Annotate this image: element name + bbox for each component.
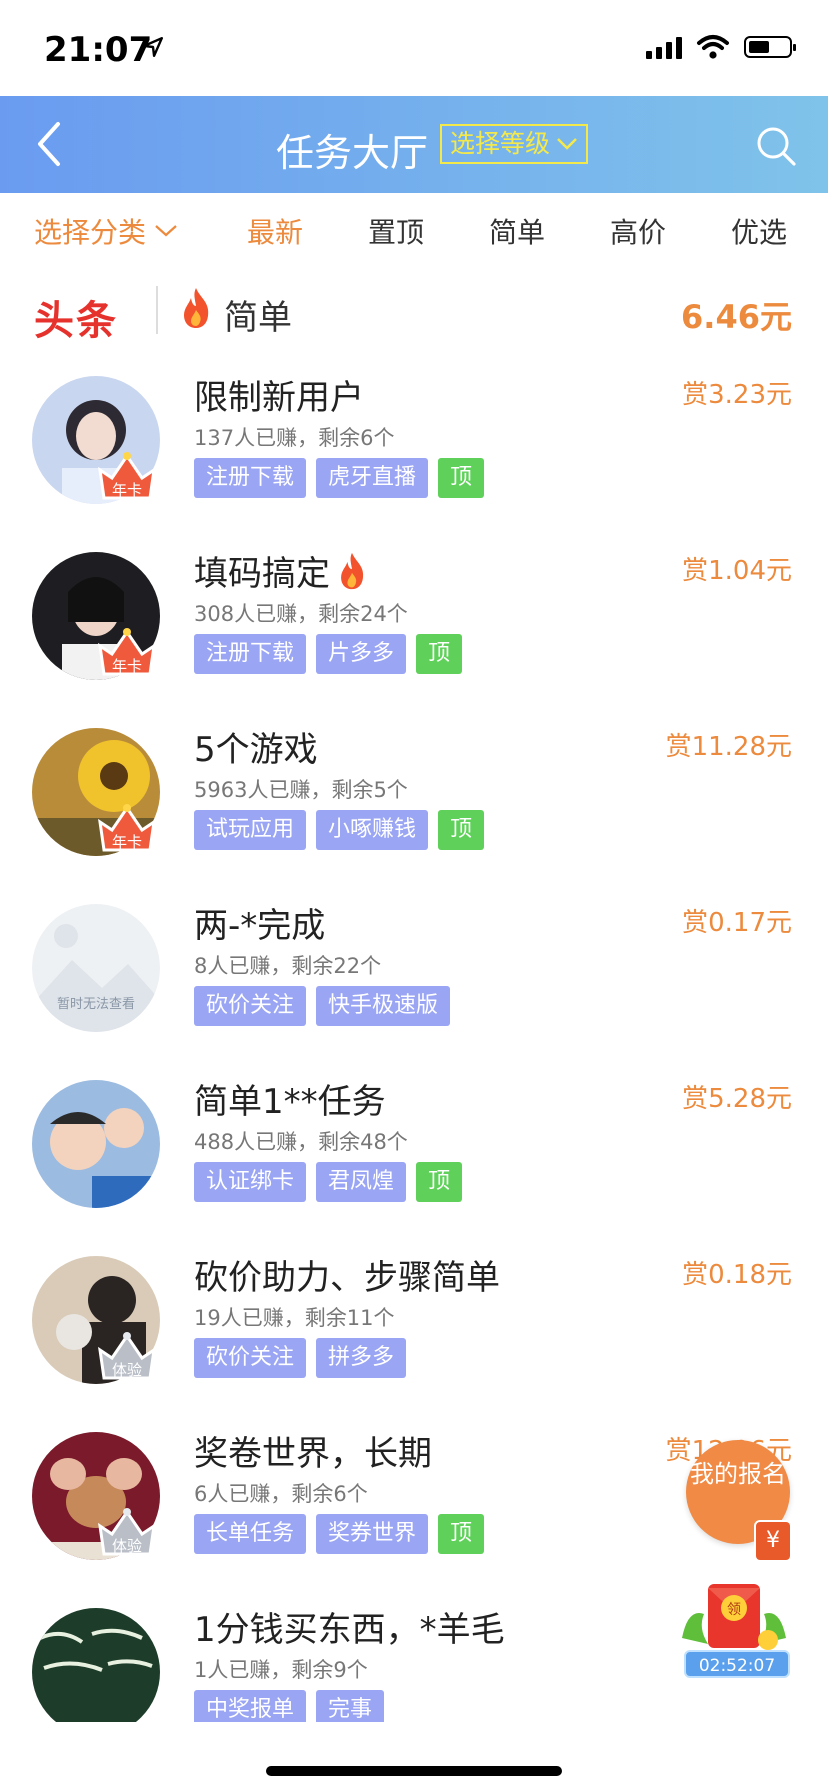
pinned-tag: 顶 [438,810,485,850]
task-tag: 砍价关注 [194,1338,307,1378]
home-indicator[interactable] [266,1766,562,1776]
task-title: 简单1**任务 [194,1082,386,1122]
task-stats: 8人已赚，剩余22个 [194,954,382,978]
search-icon[interactable] [754,124,798,168]
category-filter[interactable]: 选择分类 [34,211,178,251]
status-time: 21:07 [44,30,153,70]
task-title: 1分钱买东西，*羊毛 [194,1610,505,1650]
crown-badge-icon: 年卡 [98,804,156,852]
crown-badge-icon: 体验 [98,1332,156,1380]
task-title: 砍价助力、步骤简单 [194,1258,500,1298]
pinned-tag: 顶 [438,1514,485,1554]
task-tag: 小啄赚钱 [316,810,429,850]
task-reward: 赏1.04元 [682,556,792,586]
task-tag: 虎牙直播 [316,458,429,498]
crown-badge-icon: 年卡 [98,452,156,500]
crown-badge-icon: 体验 [98,1508,156,1556]
avatar-placeholder: 暂时无法查看 [32,904,160,1032]
location-arrow-icon [142,36,164,58]
page-title: 任务大厅 [276,131,429,175]
headline-banner[interactable]: 头条 简单 6.46元 [0,280,828,344]
task-reward: 赏5.28元 [682,1084,792,1114]
task-item[interactable]: 年卡 限制新用户 137人已赚，剩余6个 赏3.23元 注册下载 虎牙直播 顶 [0,364,828,540]
badge-label: 体验 [112,1537,142,1555]
avatar-placeholder-text: 暂时无法查看 [57,996,135,1012]
task-tag: 认证绑卡 [194,1162,307,1202]
task-reward: 赏3.23元 [682,380,792,410]
avatar [32,1608,160,1722]
chevron-down-icon [155,225,177,237]
tab-pinned[interactable]: 置顶 [368,211,424,251]
task-stats: 1人已赚，剩余9个 [194,1658,368,1682]
task-tag: 中奖报单 [194,1690,307,1722]
category-filter-label: 选择分类 [34,216,147,249]
status-bar: 21:07 [0,0,828,96]
task-item[interactable]: 年卡 填码搞定 308人已赚，剩余24个 赏1.04元 注册下载 片多多 顶 [0,540,828,716]
task-title: 填码搞定 [194,554,330,594]
pinned-tag: 顶 [416,634,463,674]
fire-icon [341,552,364,589]
task-item[interactable]: 年卡 5个游戏 5963人已赚，剩余5个 赏11.28元 试玩应用 小啄赚钱 顶 [0,716,828,892]
task-stats: 488人已赚，剩余48个 [194,1130,408,1154]
task-tag: 砍价关注 [194,986,307,1026]
task-reward: 赏0.17元 [682,908,792,938]
pinned-tag: 顶 [416,1162,463,1202]
task-tag: 长单任务 [194,1514,307,1554]
task-stats: 308人已赚，剩余24个 [194,602,408,626]
wifi-icon [697,35,729,59]
nav-bar: 任务大厅 选择等级 [0,96,828,193]
badge-label: 年卡 [112,833,142,851]
back-icon[interactable] [30,116,70,172]
badge-label: 年卡 [112,481,142,499]
badge-label: 年卡 [112,657,142,675]
task-tag: 片多多 [316,634,407,674]
tab-high-price[interactable]: 高价 [610,211,666,251]
tab-simple[interactable]: 简单 [489,211,545,251]
pinned-tag: 顶 [438,458,485,498]
red-packet-label: 领 [727,1602,741,1618]
task-tag: 完事 [316,1690,385,1722]
countdown-timer: 02:52:07 [684,1650,790,1678]
fire-icon [184,288,209,328]
task-tag: 快手极速版 [316,986,451,1026]
task-stats: 19人已赚，剩余11个 [194,1306,395,1330]
task-title-row: 填码搞定 [194,546,368,595]
tab-featured[interactable]: 优选 [731,211,787,251]
signal-icon [646,35,682,59]
task-stats: 5963人已赚，剩余5个 [194,778,408,802]
headline-logo: 头条 [34,298,118,344]
task-title: 限制新用户 [194,378,364,418]
task-stats: 137人已赚，剩余6个 [194,426,395,450]
filter-bar: 选择分类 最新 置顶 简单 高价 优选 [0,193,828,273]
task-tag: 奖券世界 [316,1514,429,1554]
task-tag: 君凤煌 [316,1162,407,1202]
divider [156,286,158,334]
task-tag: 注册下载 [194,458,307,498]
task-tag: 注册下载 [194,634,307,674]
chevron-down-icon [557,138,577,150]
task-item[interactable]: 暂时无法查看 两-*完成 8人已赚，剩余22个 赏0.17元 砍价关注 快手极速… [0,892,828,1068]
tab-latest[interactable]: 最新 [247,211,303,251]
task-title: 奖卷世界，长期 [194,1434,432,1474]
yen-icon: ¥ [754,1520,792,1562]
task-item[interactable]: 简单1**任务 488人已赚，剩余48个 赏5.28元 认证绑卡 君凤煌 顶 [0,1068,828,1244]
select-level-label: 选择等级 [450,129,551,158]
task-tag: 拼多多 [316,1338,407,1378]
headline-text: 简单 [224,298,292,338]
task-reward: 赏0.18元 [682,1260,792,1290]
task-title: 5个游戏 [194,730,318,770]
task-tag: 试玩应用 [194,810,307,850]
headline-amount: 6.46元 [681,298,792,336]
task-item[interactable]: 体验 砍价助力、步骤简单 19人已赚，剩余11个 赏0.18元 砍价关注 拼多多 [0,1244,828,1420]
task-title: 两-*完成 [194,906,326,946]
avatar [32,1080,160,1208]
badge-label: 体验 [112,1361,142,1379]
crown-badge-icon: 年卡 [98,628,156,676]
battery-icon [744,36,796,58]
task-stats: 6人已赚，剩余6个 [194,1482,368,1506]
select-level-button[interactable]: 选择等级 [440,124,589,164]
task-reward: 赏11.28元 [665,732,792,762]
